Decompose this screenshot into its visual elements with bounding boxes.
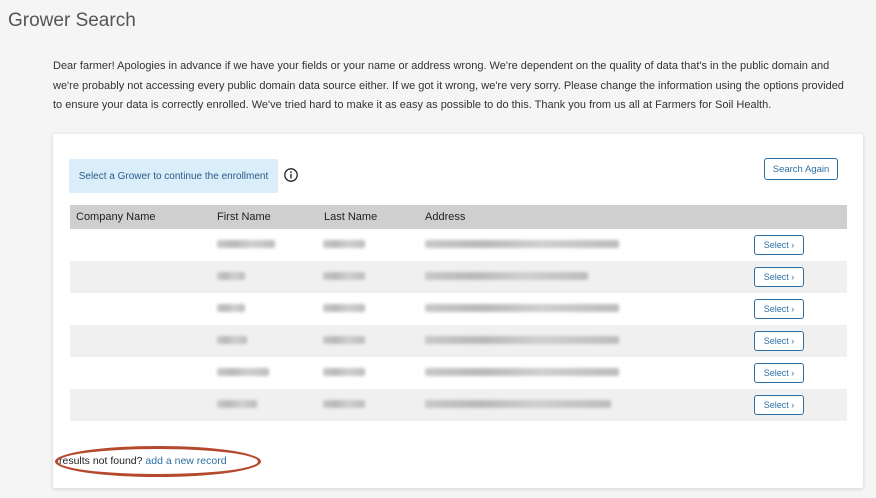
address-cell-redacted [425,272,588,280]
first-name-cell-redacted [217,240,275,248]
table-row: Select › [70,389,847,421]
alert-text: Select a Grower to continue the enrollme… [78,170,269,182]
select-button[interactable]: Select › [754,363,804,383]
grower-table: Company Name First Name Last Name Addres… [70,205,847,421]
table-row: Select › [70,229,847,261]
table-header: Company Name First Name Last Name Addres… [70,205,847,229]
last-name-cell-redacted [323,336,365,344]
select-button[interactable]: Select › [754,299,804,319]
column-header-address: Address [425,211,466,223]
column-header-company: Company Name [76,211,156,223]
select-button[interactable]: Select › [754,235,804,255]
address-cell-redacted [425,304,619,312]
grower-results-card: Select a Grower to continue the enrollme… [53,134,863,488]
table-row: Select › [70,293,847,325]
first-name-cell-redacted [217,272,245,280]
table-row: Select › [70,357,847,389]
select-button[interactable]: Select › [754,395,804,415]
last-name-cell-redacted [323,368,365,376]
table-row: Select › [70,325,847,357]
first-name-cell-redacted [217,336,247,344]
select-button[interactable]: Select › [754,267,804,287]
select-button[interactable]: Select › [754,331,804,351]
column-header-last-name: Last Name [324,211,378,223]
last-name-cell-redacted [323,272,365,280]
address-cell-redacted [425,368,619,376]
last-name-cell-redacted [323,304,365,312]
last-name-cell-redacted [323,400,365,408]
info-alert: Select a Grower to continue the enrollme… [69,159,278,193]
intro-message: Dear farmer! Apologies in advance if we … [53,60,844,111]
last-name-cell-redacted [323,240,365,248]
address-cell-redacted [425,240,619,248]
highlight-circle-annotation [55,446,261,477]
first-name-cell-redacted [217,368,269,376]
table-row: Select › [70,261,847,293]
page-title: Grower Search [8,10,136,31]
first-name-cell-redacted [217,400,257,408]
address-cell-redacted [425,336,619,344]
column-header-first-name: First Name [217,211,271,223]
address-cell-redacted [425,400,611,408]
info-icon[interactable] [284,168,298,182]
search-again-button[interactable]: Search Again [764,158,838,180]
first-name-cell-redacted [217,304,245,312]
